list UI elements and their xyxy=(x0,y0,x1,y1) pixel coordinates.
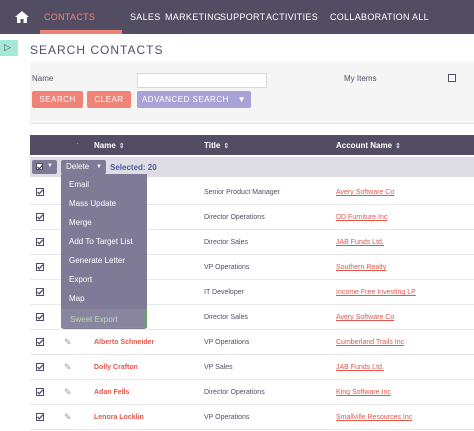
menu-item-mass-update[interactable]: Mass Update xyxy=(61,194,147,213)
bulk-action-menu: Email Mass Update Merge Add To Target Li… xyxy=(61,174,147,329)
nav-activities[interactable]: ACTIVITIES xyxy=(266,12,318,22)
menu-item-map[interactable]: Map xyxy=(61,289,147,308)
nav-collaboration[interactable]: COLLABORATION xyxy=(330,12,410,22)
contact-title: VP Operations xyxy=(204,414,250,421)
caret-down-icon: ▼ xyxy=(47,163,53,169)
selected-count: Selected: 20 xyxy=(110,163,157,172)
table-row[interactable]: ✎ Alberto Schneider VP Operations Cumberlan… xyxy=(30,330,474,355)
search-button[interactable]: SEARCH xyxy=(32,91,83,108)
account-name-link[interactable]: JAB Funds Ltd. xyxy=(336,239,384,246)
column-menu-icon: · xyxy=(76,139,79,148)
nav-sales[interactable]: SALES xyxy=(130,12,161,22)
row-checkbox[interactable] xyxy=(36,363,44,371)
contact-title: VP Sales xyxy=(204,364,233,371)
select-all-checkbox[interactable] xyxy=(36,163,44,170)
edit-pencil-icon[interactable]: ✎ xyxy=(64,337,72,348)
account-name-link[interactable]: Avery Software Co xyxy=(336,189,394,196)
caret-down-icon: ▼ xyxy=(96,164,102,170)
contact-title: VP Operations xyxy=(204,339,250,346)
nav-contacts[interactable]: CONTACTS xyxy=(44,12,95,22)
select-all-dropdown[interactable]: ▼ xyxy=(32,160,57,174)
nav-all[interactable]: ALL xyxy=(412,12,429,22)
sidebar-toggle[interactable]: ▷ xyxy=(0,40,18,56)
menu-item-generate-letter[interactable]: Generate Letter xyxy=(61,251,147,270)
account-name-link[interactable]: Avery Software Co xyxy=(336,314,394,321)
account-name-link[interactable]: King Software Inc xyxy=(336,389,391,396)
contact-name-link[interactable]: Adan Fells xyxy=(94,389,129,396)
caret-down-icon: ▼ xyxy=(237,95,247,104)
search-panel: Name My Items SEARCH CLEAR ADVANCED SEAR… xyxy=(30,62,474,124)
table-header: · Name ⇕ Title ⇕ Account Name ⇕ xyxy=(30,135,474,155)
contact-name-link[interactable]: Dolly Crafton xyxy=(94,364,138,371)
menu-item-merge[interactable]: Merge xyxy=(61,213,147,232)
account-name-link[interactable]: DD Furniture Inc xyxy=(336,214,387,221)
page-title: SEARCH CONTACTS xyxy=(30,43,164,57)
row-checkbox[interactable] xyxy=(36,238,44,246)
table-row[interactable]: ✎ Adan Fells Director Operations King Softw… xyxy=(30,380,474,405)
menu-item-sweet-export[interactable]: Sweet Export xyxy=(61,309,147,328)
contact-title: IT Developer xyxy=(204,289,244,296)
column-account[interactable]: Account Name ⇕ xyxy=(336,141,401,150)
contact-title: Director Operations xyxy=(204,389,265,396)
menu-item-add-to-target-list[interactable]: Add To Target List xyxy=(61,232,147,251)
bulk-action-label: Delete xyxy=(66,162,90,171)
sort-icon[interactable]: ⇕ xyxy=(119,143,125,150)
contact-title: Director Sales xyxy=(204,314,248,321)
row-checkbox[interactable] xyxy=(36,413,44,421)
edit-pencil-icon[interactable]: ✎ xyxy=(64,362,72,373)
column-title[interactable]: Title ⇕ xyxy=(204,141,229,150)
account-name-link[interactable]: Cumberland Trails Inc xyxy=(336,339,404,346)
row-checkbox[interactable] xyxy=(36,313,44,321)
account-name-link[interactable]: JAB Funds Ltd. xyxy=(336,364,384,371)
row-checkbox[interactable] xyxy=(36,213,44,221)
table-row[interactable]: ✎ Lenora Locklin VP Operations Smallville R… xyxy=(30,405,474,430)
contact-title: VP Operations xyxy=(204,264,250,271)
top-navigation: CONTACTS SALES MARKETING SUPPORT ACTIVIT… xyxy=(0,0,474,34)
sort-icon[interactable]: ⇕ xyxy=(223,143,229,150)
row-checkbox[interactable] xyxy=(36,263,44,271)
expand-arrow-icon: ▷ xyxy=(4,42,11,52)
account-name-link[interactable]: Southern Realty xyxy=(336,264,386,271)
name-input[interactable] xyxy=(137,73,267,88)
name-label: Name xyxy=(32,74,54,83)
my-items-label: My Items xyxy=(344,74,377,83)
contact-name-link[interactable]: Lenora Locklin xyxy=(94,414,144,421)
account-name-link[interactable]: Smallville Resources Inc xyxy=(336,414,412,421)
clear-button[interactable]: CLEAR xyxy=(87,91,131,108)
active-tab-indicator xyxy=(40,30,122,34)
contact-name-link[interactable]: Alberto Schneider xyxy=(94,339,154,346)
edit-pencil-icon[interactable]: ✎ xyxy=(64,412,72,423)
home-icon[interactable] xyxy=(14,9,30,25)
nav-support[interactable]: SUPPORT xyxy=(220,12,265,22)
menu-item-email[interactable]: Email xyxy=(61,175,147,194)
my-items-checkbox[interactable] xyxy=(448,74,456,82)
column-name[interactable]: Name ⇕ xyxy=(94,141,125,150)
contact-title: Director Sales xyxy=(204,239,248,246)
table-row[interactable]: ✎ Dolly Crafton VP Sales JAB Funds Ltd. xyxy=(30,355,474,380)
sort-icon[interactable]: ⇕ xyxy=(395,143,401,150)
row-checkbox[interactable] xyxy=(36,188,44,196)
row-checkbox[interactable] xyxy=(36,338,44,346)
advanced-search-label: ADVANCED SEARCH xyxy=(141,95,229,104)
edit-pencil-icon[interactable]: ✎ xyxy=(64,387,72,398)
contact-title: Director Operations xyxy=(204,214,265,221)
nav-marketing[interactable]: MARKETING xyxy=(165,12,221,22)
contact-title: Senior Product Manager xyxy=(204,189,280,196)
row-checkbox[interactable] xyxy=(36,288,44,296)
advanced-search-button[interactable]: ADVANCED SEARCH ▼ xyxy=(137,91,251,108)
menu-item-export[interactable]: Export xyxy=(61,270,147,289)
account-name-link[interactable]: Income Free Investing LP xyxy=(336,289,416,296)
bulk-action-button[interactable]: Delete ▼ xyxy=(61,160,106,174)
row-checkbox[interactable] xyxy=(36,388,44,396)
